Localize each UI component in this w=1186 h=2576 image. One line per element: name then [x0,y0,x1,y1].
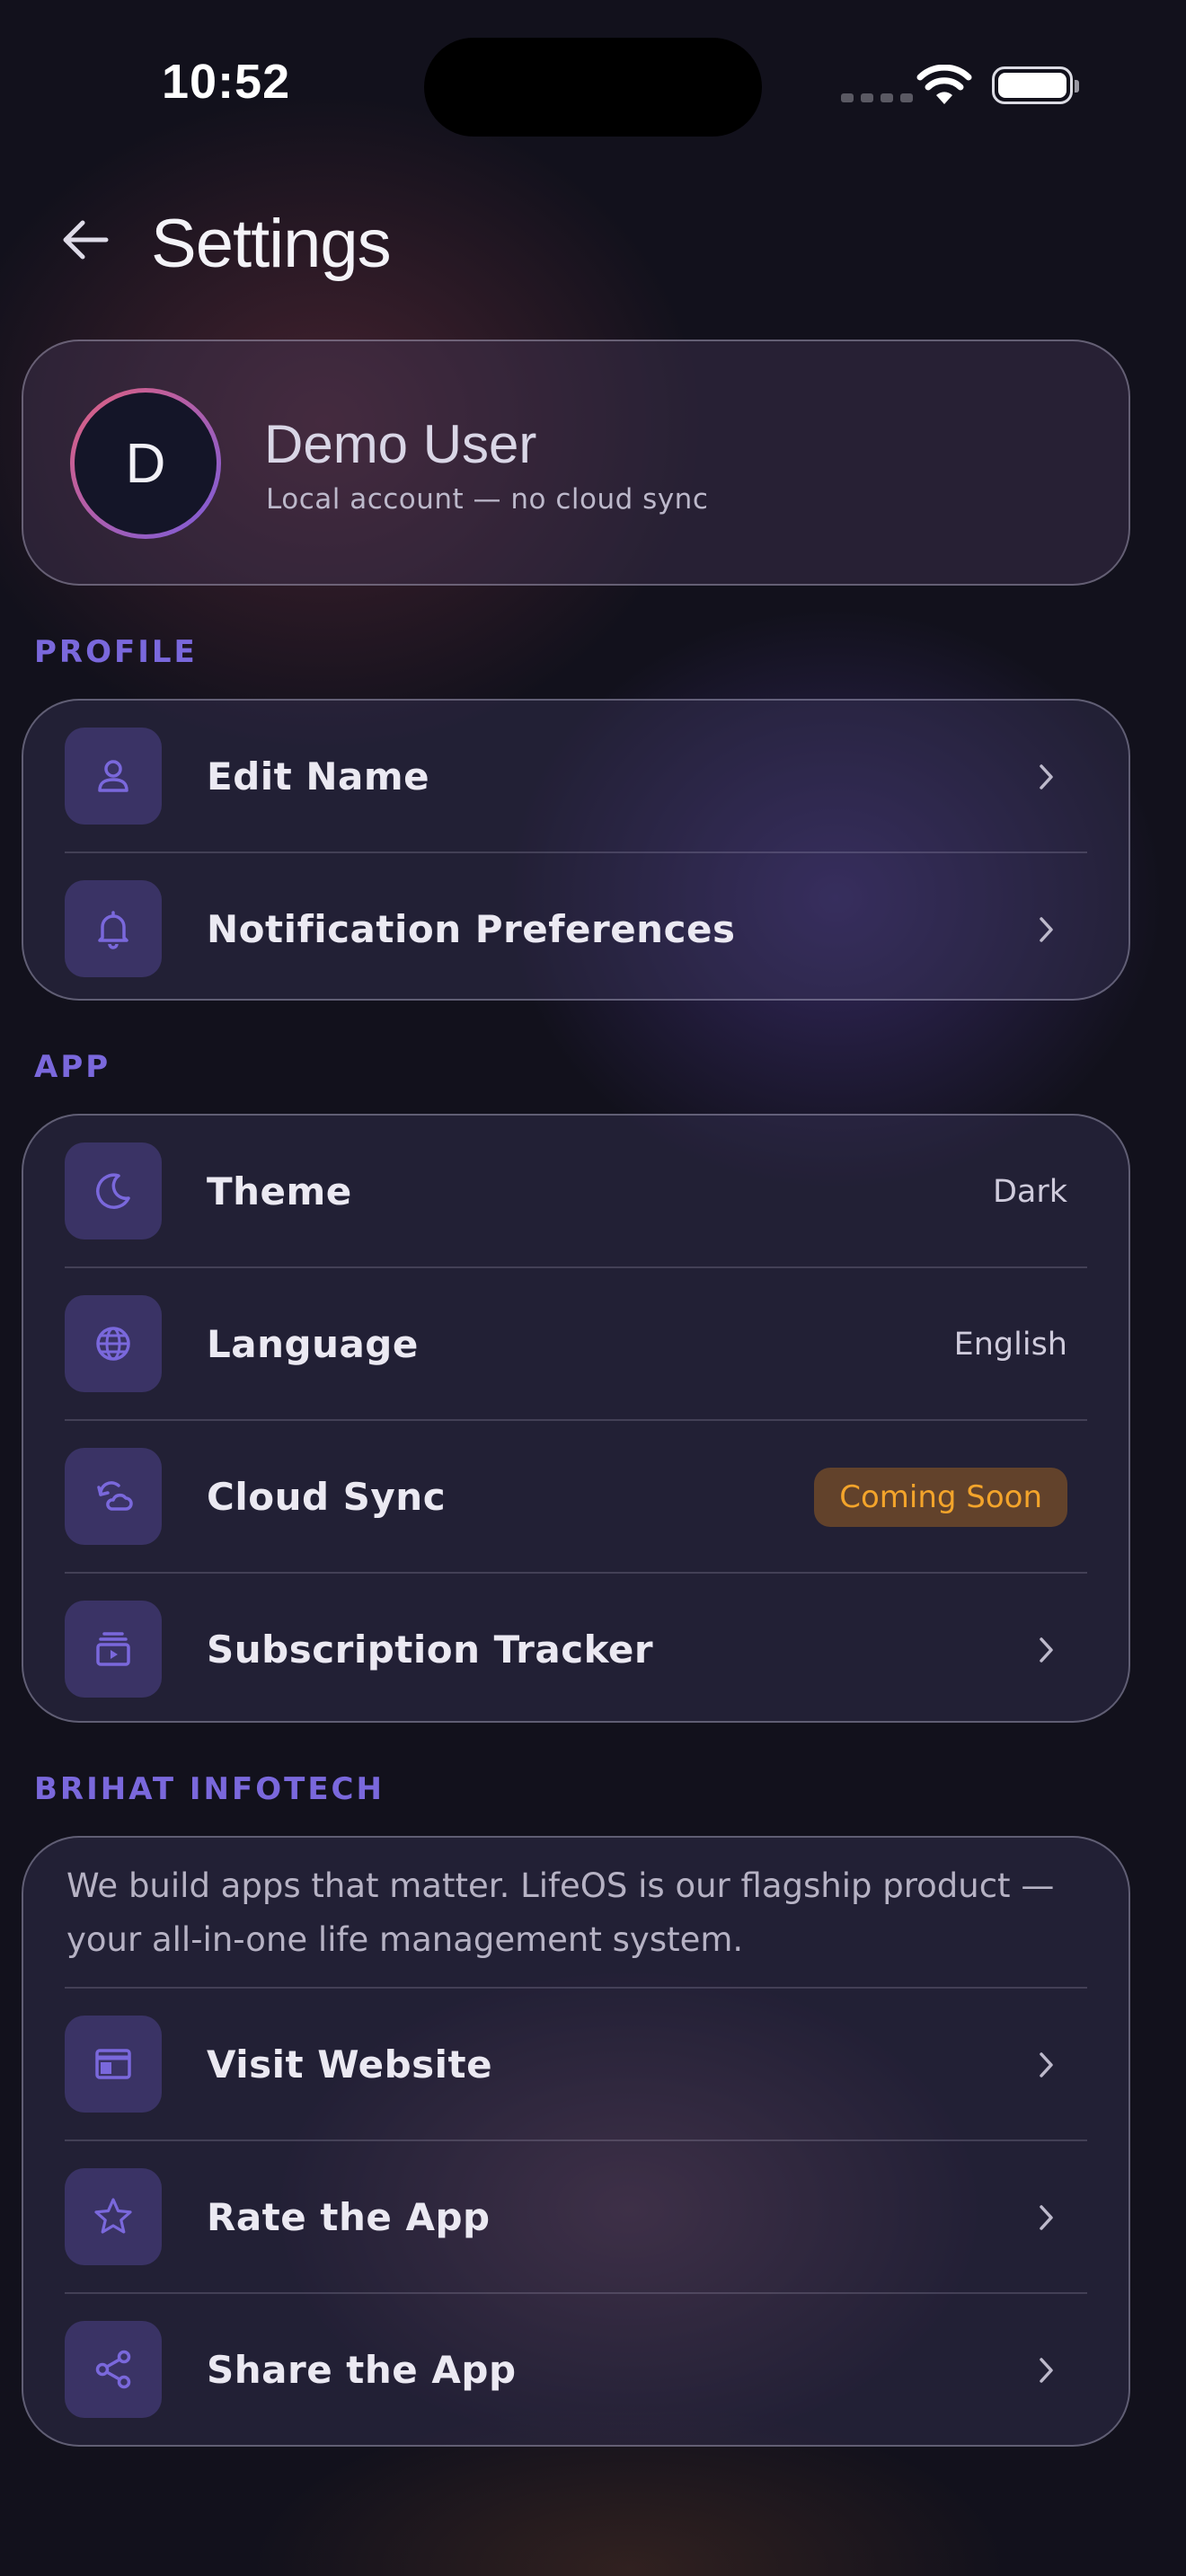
chevron-right-icon [1040,764,1053,790]
page-title: Settings [151,206,392,282]
battery-icon [992,66,1079,104]
cloud-sync-row[interactable]: Cloud Sync Coming Soon [23,1421,1128,1574]
chevron-right-icon [1040,2358,1053,2383]
row-label: Notification Preferences [207,907,736,951]
person-icon [65,728,162,825]
user-name: Demo User [264,414,537,474]
chevron-right-icon [1040,2052,1053,2078]
edit-name-row[interactable]: Edit Name [23,701,1128,853]
row-label: Language [207,1322,419,1366]
star-icon [65,2168,162,2265]
coming-soon-badge: Coming Soon [814,1468,1067,1527]
section-label-profile: PROFILE [34,634,198,670]
profile-card[interactable]: D Demo User Local account — no cloud syn… [22,340,1130,586]
language-value: English [953,1327,1067,1363]
company-description: We build apps that matter. LifeOS is our… [66,1866,1055,1959]
row-label: Cloud Sync [207,1475,447,1519]
browser-icon [65,2016,162,2113]
visit-website-row[interactable]: Visit Website [23,1989,1128,2141]
share-icon [65,2321,162,2418]
app-settings-card: Theme Dark Language English Cloud Sync C… [22,1114,1130,1723]
chevron-right-icon [1040,1637,1053,1663]
theme-value: Dark [992,1174,1067,1210]
subscription-tracker-row[interactable]: Subscription Tracker [23,1574,1128,1726]
rate-app-row[interactable]: Rate the App [23,2141,1128,2294]
section-label-app: APP [34,1049,111,1085]
dynamic-island [424,38,762,137]
cellular-signal-icon [841,93,913,102]
theme-row[interactable]: Theme Dark [23,1116,1128,1268]
status-time: 10:52 [162,55,291,109]
chevron-right-icon [1040,917,1053,942]
avatar: D [70,388,221,539]
language-row[interactable]: Language English [23,1268,1128,1421]
sync-icon [65,1448,162,1545]
notification-preferences-row[interactable]: Notification Preferences [23,853,1128,1006]
avatar-initial: D [75,393,217,534]
moon-icon [65,1142,162,1239]
user-subtitle: Local account — no cloud sync [266,483,709,516]
chevron-right-icon [1040,2205,1053,2230]
row-label: Edit Name [207,754,430,798]
back-arrow-icon[interactable] [59,214,111,266]
brihat-card: We build apps that matter. LifeOS is our… [22,1836,1130,2447]
globe-icon [65,1295,162,1392]
row-label: Visit Website [207,2042,493,2086]
wifi-icon [916,65,972,104]
profile-settings-card: Edit Name Notification Preferences [22,699,1130,1001]
row-label: Rate the App [207,2195,491,2239]
bell-icon [65,880,162,977]
section-label-brihat: BRIHAT INFOTECH [34,1771,385,1807]
row-label: Theme [207,1169,352,1213]
row-label: Subscription Tracker [207,1628,654,1672]
row-label: Share the App [207,2348,517,2392]
share-app-row[interactable]: Share the App [23,2294,1128,2447]
subscriptions-icon [65,1601,162,1698]
